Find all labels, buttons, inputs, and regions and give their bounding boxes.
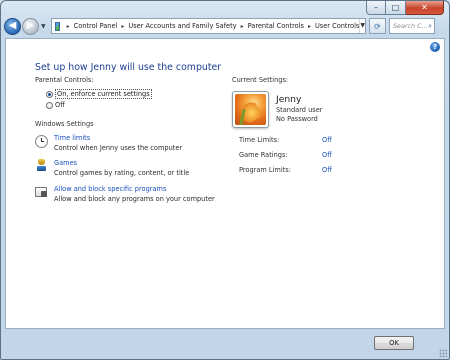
user-name: Jenny [276,94,302,105]
windows-settings-label: Windows Settings [35,120,94,128]
breadcrumb-control-panel[interactable]: Control Panel [74,22,118,30]
caption-buttons: – □ ✕ [366,1,444,15]
refresh-icon: ⟳ [374,21,381,31]
breadcrumb-parental-controls[interactable]: Parental Controls [248,22,304,30]
program-limits-setting-label: Program Limits: [239,166,291,174]
time-limits-setting-label: Time Limits: [239,136,280,144]
forward-button[interactable]: ▶ [22,17,39,35]
search-input[interactable]: Search C... ⌕ [389,18,435,34]
radio-off-label[interactable]: Off [55,101,65,109]
breadcrumb-separator[interactable]: ▸ [241,23,244,30]
close-button[interactable]: ✕ [406,1,444,15]
search-placeholder: Search C... [393,22,428,30]
current-settings-label: Current Settings: [232,76,289,84]
time-limits-description: Control when Jenny uses the computer [54,143,183,152]
recent-pages-dropdown[interactable]: ▼ [41,23,49,30]
content-pane: ? Set up how Jenny will use the computer… [5,38,445,329]
program-block-icon [35,185,48,198]
parental-controls-label: Parental Controls: [35,76,94,84]
radio-off[interactable]: Off [46,101,65,109]
forward-arrow-icon: ▶ [26,20,35,31]
control-panel-icon [55,21,60,31]
games-description: Control games by rating, content, or tit… [54,168,190,177]
breadcrumb-user-controls[interactable]: User Controls [315,22,359,30]
ok-button[interactable]: OK [374,336,414,350]
allow-block-programs-link[interactable]: Allow and block specific programs [54,185,215,195]
time-limits-link[interactable]: Time limits [54,134,182,144]
task-games: Games Control games by rating, content, … [35,159,189,178]
radio-button-off[interactable] [46,101,53,109]
games-icon [35,159,48,172]
breadcrumb-user-accounts[interactable]: User Accounts and Family Safety [128,22,236,30]
clock-icon [35,135,48,148]
maximize-button[interactable]: □ [386,1,406,15]
breadcrumb-separator[interactable]: ▸ [308,23,311,30]
address-dropdown[interactable]: ▼ [359,19,365,33]
minimize-button[interactable]: – [366,1,386,15]
avatar [232,91,269,128]
resize-grip[interactable] [439,349,447,357]
back-button[interactable]: ◀ [4,17,21,35]
radio-on[interactable]: On, enforce current settings [46,89,152,99]
game-ratings-setting-value[interactable]: Off [322,151,332,159]
navigation-bar: ◀ ▶ ▼ ▸ Control Panel ▸ User Accounts an… [4,16,446,36]
refresh-button[interactable]: ⟳ [369,18,386,34]
breadcrumb-separator[interactable]: ▸ [67,23,70,30]
game-ratings-setting-label: Game Ratings: [239,151,288,159]
radio-button-on[interactable] [46,90,53,98]
window: – □ ✕ ◀ ▶ ▼ ▸ Control Panel ▸ User Accou… [0,0,450,360]
page-title: Set up how Jenny will use the computer [35,62,222,73]
games-link[interactable]: Games [54,159,189,169]
task-programs: Allow and block specific programs Allow … [35,185,215,204]
radio-on-label[interactable]: On, enforce current settings [55,89,152,99]
address-bar[interactable]: ▸ Control Panel ▸ User Accounts and Fami… [51,18,366,34]
time-limits-setting-value[interactable]: Off [322,136,332,144]
back-arrow-icon: ◀ [8,20,17,31]
password-status: No Password [276,115,318,123]
task-time-limits: Time limits Control when Jenny uses the … [35,134,182,153]
search-icon[interactable]: ⌕ [428,22,432,31]
user-picture-icon [235,94,266,125]
breadcrumb-separator[interactable]: ▸ [121,23,124,30]
program-limits-setting-value[interactable]: Off [322,166,332,174]
help-icon[interactable]: ? [430,42,440,52]
allow-block-programs-description: Allow and block any programs on your com… [54,194,215,203]
